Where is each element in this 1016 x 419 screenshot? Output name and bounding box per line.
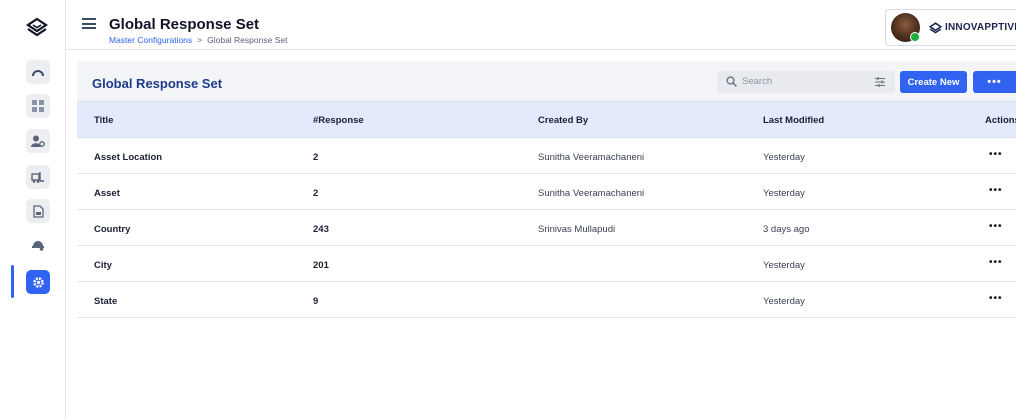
cell-title: City [94, 260, 112, 271]
breadcrumb-link[interactable]: Master Configurations [109, 35, 192, 45]
cell-response: 9 [313, 296, 319, 307]
grid-icon [32, 100, 44, 112]
cell-title: State [94, 296, 118, 307]
breadcrumb-separator: > [197, 35, 203, 45]
sidebar-item-equipment[interactable] [26, 165, 50, 189]
sidebar-item-dashboard[interactable] [26, 60, 50, 84]
cell-last-modified: Yesterday [763, 296, 805, 307]
search-icon [726, 76, 737, 87]
column-created-by[interactable]: Created By [538, 115, 588, 126]
cell-title: Country [94, 224, 131, 235]
table-header: Title #Response Created By Last Modified… [77, 101, 1016, 138]
top-bar: Global Response Set Master Configuration… [66, 0, 1016, 50]
cell-response: 243 [313, 224, 329, 235]
row-actions-menu-icon[interactable]: ••• [989, 293, 1003, 304]
sidebar-item-apps[interactable] [26, 94, 50, 118]
document-icon [32, 204, 44, 218]
cell-title: Asset [94, 188, 120, 199]
cell-response: 2 [313, 188, 319, 199]
row-actions-menu-icon[interactable]: ••• [989, 221, 1003, 232]
breadcrumb: Master Configurations > Global Response Se… [109, 35, 287, 45]
main-content: Global Response Set Search Create New ••… [77, 61, 1016, 419]
search-placeholder: Search [742, 76, 773, 87]
profile-brand-box[interactable]: INNOVAPPTIVE [885, 9, 1016, 46]
sidebar-item-safety[interactable] [26, 232, 50, 256]
sidebar [0, 0, 66, 419]
brand-logo-icon [929, 22, 942, 34]
menu-icon[interactable] [82, 18, 96, 29]
table-row[interactable]: State 9 Yesterday ••• [77, 282, 1016, 318]
row-actions-menu-icon[interactable]: ••• [989, 257, 1003, 268]
app-logo-icon[interactable] [26, 17, 48, 39]
cell-last-modified: Yesterday [763, 152, 805, 163]
column-actions: Actions [985, 115, 1016, 126]
column-response[interactable]: #Response [313, 115, 364, 126]
card-title: Global Response Set [92, 76, 223, 91]
breadcrumb-current: Global Response Set [207, 35, 288, 45]
create-new-button[interactable]: Create New [900, 71, 967, 93]
filter-sliders-icon[interactable] [874, 76, 886, 88]
sidebar-item-users[interactable] [26, 129, 50, 153]
row-actions-menu-icon[interactable]: ••• [989, 185, 1003, 196]
table-row[interactable]: Asset 2 Sunitha Veeramachaneni Yesterday… [77, 174, 1016, 210]
column-title[interactable]: Title [94, 115, 113, 126]
brand-name: INNOVAPPTIVE [945, 22, 1016, 33]
row-actions-menu-icon[interactable]: ••• [989, 149, 1003, 160]
cell-response: 2 [313, 152, 319, 163]
sidebar-item-settings[interactable] [26, 270, 50, 294]
dashboard-gauge-icon [32, 70, 44, 77]
cell-created-by: Sunitha Veeramachaneni [538, 152, 645, 163]
table-row[interactable]: Country 243 Srinivas Mullapudi 3 days ag… [77, 210, 1016, 246]
more-options-button[interactable]: ••• [973, 71, 1016, 93]
cell-response: 201 [313, 260, 329, 271]
cell-created-by: Srinivas Mullapudi [538, 224, 616, 235]
card-header: Global Response Set Search Create New ••… [77, 61, 1016, 101]
forklift-icon [31, 172, 44, 183]
page-title: Global Response Set [109, 16, 260, 33]
active-indicator [11, 265, 14, 298]
online-status-icon [910, 32, 920, 42]
user-settings-icon [31, 135, 45, 147]
cell-last-modified: Yesterday [763, 260, 805, 271]
column-last-modified[interactable]: Last Modified [763, 115, 824, 126]
helmet-icon [32, 240, 44, 251]
search-input[interactable]: Search [717, 71, 895, 93]
cell-last-modified: Yesterday [763, 188, 805, 199]
cell-created-by: Sunitha Veeramachaneni [538, 188, 645, 199]
gear-icon [32, 276, 44, 288]
cell-title: Asset Location [94, 152, 163, 163]
table-row[interactable]: City 201 Yesterday ••• [77, 246, 1016, 282]
cell-last-modified: 3 days ago [763, 224, 810, 235]
table-row[interactable]: Asset Location 2 Sunitha Veeramachaneni … [77, 138, 1016, 174]
sidebar-item-documents[interactable] [26, 199, 50, 223]
